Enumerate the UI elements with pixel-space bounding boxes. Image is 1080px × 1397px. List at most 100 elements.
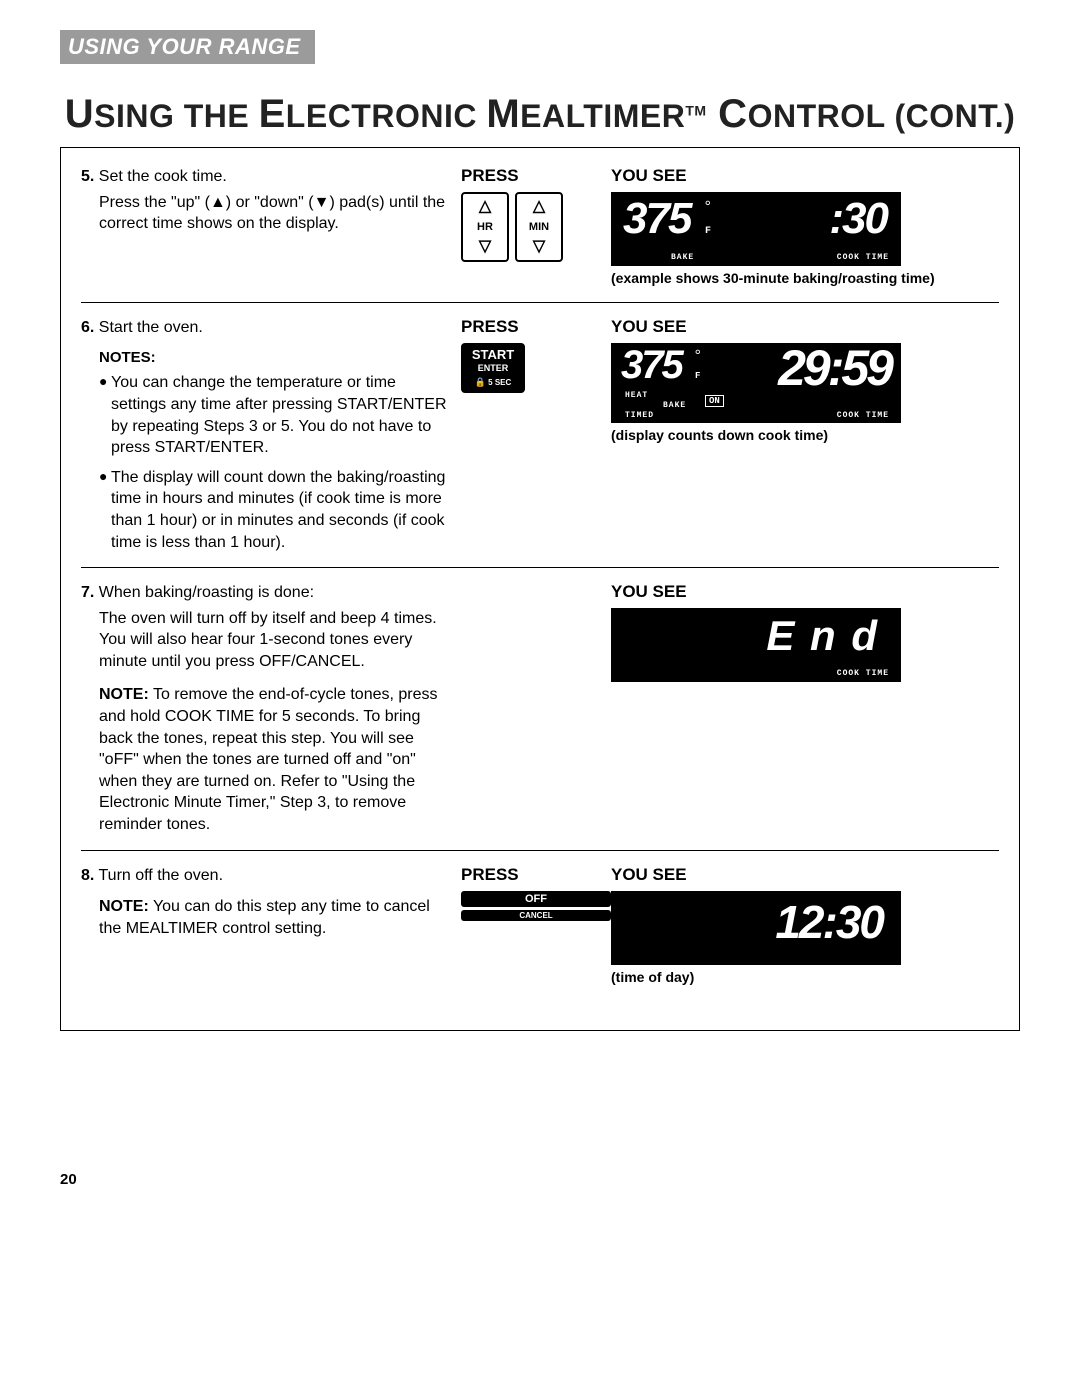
disp6-time: 29:59 [778,339,891,397]
up-arrow-icon: △ [479,199,491,215]
up-arrow-icon: △ [533,199,545,215]
min-pad[interactable]: △ MIN ▽ [515,192,563,262]
step6-note1-row: ● You can change the temperature or time… [99,372,451,458]
disp5-bake: BAKE [671,253,694,262]
t5: M [486,92,520,136]
disp6-cooktime: COOK TIME [837,411,889,420]
step7-title: When baking/roasting is done: [99,584,314,601]
off-cancel-button[interactable]: OFF CANCEL [461,891,611,921]
t3: E [259,92,286,136]
t7: C [707,92,748,136]
step5-press-col: PRESS △ HR ▽ △ MIN ▽ [461,166,611,262]
step8-title: Turn off the oven. [99,867,224,884]
manual-page: USING YOUR RANGE USING THE ELECTRONIC ME… [0,0,1080,1228]
step-7-text: 7. When baking/roasting is done: The ove… [81,582,461,836]
press-label-8: PRESS [461,865,611,885]
oven-display-5: 375 ° F :30 BAKE COOK TIME [611,192,901,266]
content-box: 5. Set the cook time. Press the "up" (▲)… [60,147,1020,1031]
step6-note1: You can change the temperature or time s… [111,372,451,458]
start-label: START [461,347,525,364]
t2: SING THE [94,98,259,134]
disp6-unit: F [695,371,701,381]
lock-icon: 🔒 [475,377,486,387]
t9: (CONT.) [894,98,1015,134]
off-label: OFF [461,891,611,907]
disp6-heat: HEAT [625,391,648,400]
t4: LECTRONIC [286,98,487,134]
page-title: USING THE ELECTRONIC MEALTIMERTM CONTROL… [60,92,1020,137]
oven-display-8: 12:30 [611,891,901,965]
step-6-text: 6. Start the oven. NOTES: ● You can chan… [81,317,461,554]
bullet-icon: ● [99,372,111,458]
disp6-timed: TIMED [625,411,654,420]
disp7-end: E n d [766,612,879,660]
step6-note2: The display will count down the baking/r… [111,467,451,553]
step7-num: 7. [81,584,94,601]
step5-num: 5. [81,168,94,185]
step-8-row: 8. Turn off the oven. NOTE: You can do t… [81,850,999,1001]
step6-num: 6. [81,319,94,336]
bullet-icon: ● [99,467,111,553]
disp5-time: :30 [829,194,887,244]
step8-body: You can do this step any time to cancel … [99,898,430,937]
step-5-row: 5. Set the cook time. Press the "up" (▲)… [81,162,999,302]
disp6-bake: BAKE [663,401,686,410]
down-arrow-icon: ▽ [533,239,545,255]
start-enter-button[interactable]: START ENTER 🔒 5 SEC [461,343,525,393]
step7-note: NOTE: To remove the end-of-cycle tones, … [99,684,451,835]
disp8-caption: (time of day) [611,969,999,987]
step6-note2-row: ● The display will count down the baking… [99,467,451,553]
step5-title: Set the cook time. [99,168,227,185]
yousee-label-8: YOU SEE [611,865,999,885]
step6-press-col: PRESS START ENTER 🔒 5 SEC [461,317,611,393]
disp6-on: ON [705,395,724,407]
step-8-text: 8. Turn off the oven. NOTE: You can do t… [81,865,461,940]
t1: U [65,92,94,136]
hold-label: 5 SEC [488,378,511,387]
step5-yousee-col: YOU SEE 375 ° F :30 BAKE COOK TIME (exam… [611,166,999,288]
hr-min-pads: △ HR ▽ △ MIN ▽ [461,192,611,262]
step8-num: 8. [81,867,94,884]
hold-row: 🔒 5 SEC [461,377,525,389]
step8-yousee-col: YOU SEE 12:30 (time of day) [611,865,999,987]
step6-title: Start the oven. [99,319,203,336]
cancel-label: CANCEL [461,910,611,921]
press-label-5: PRESS [461,166,611,186]
t8: ONTROL [748,98,895,134]
step-7-row: 7. When baking/roasting is done: The ove… [81,567,999,850]
step7-yousee-col: YOU SEE E n d COOK TIME [611,582,999,682]
yousee-label-6: YOU SEE [611,317,999,337]
step-5-text: 5. Set the cook time. Press the "up" (▲)… [81,166,461,235]
disp5-cooktime: COOK TIME [837,253,889,262]
step-6-row: 6. Start the oven. NOTES: ● You can chan… [81,302,999,568]
enter-label: ENTER [461,363,525,375]
section-header: USING YOUR RANGE [60,30,315,64]
t-tm: TM [685,102,706,118]
press-label-6: PRESS [461,317,611,337]
step8-note-label: NOTE: [99,898,149,915]
degree-icon: ° [693,347,703,365]
disp8-time: 12:30 [775,895,883,949]
step6-notes-label: NOTES: [99,348,451,368]
yousee-label-5: YOU SEE [611,166,999,186]
step8-note: NOTE: You can do this step any time to c… [99,896,451,939]
step8-press-col: PRESS OFF CANCEL [461,865,611,921]
step5-body: Press the "up" (▲) or "down" (▼) pad(s) … [99,192,451,235]
t6: EALTIMER [520,98,685,134]
disp5-caption: (example shows 30-minute baking/roasting… [611,270,999,288]
hr-pad[interactable]: △ HR ▽ [461,192,509,262]
disp7-cooktime: COOK TIME [837,669,889,678]
hr-label: HR [477,221,493,233]
step7-note-label: NOTE: [99,686,149,703]
oven-display-6: 375 ° F 29:59 HEAT BAKE ON TIMED COOK TI… [611,343,901,423]
down-arrow-icon: ▽ [479,239,491,255]
disp6-temp: 375 [621,343,682,388]
oven-display-7: E n d COOK TIME [611,608,901,682]
step6-yousee-col: YOU SEE 375 ° F 29:59 HEAT BAKE ON TIMED… [611,317,999,445]
degree-icon: ° [703,198,713,216]
disp6-caption: (display counts down cook time) [611,427,999,445]
min-label: MIN [529,221,549,233]
disp5-unit: F [705,226,712,237]
page-number: 20 [60,1171,1020,1188]
disp5-temp: 375 [623,194,690,244]
